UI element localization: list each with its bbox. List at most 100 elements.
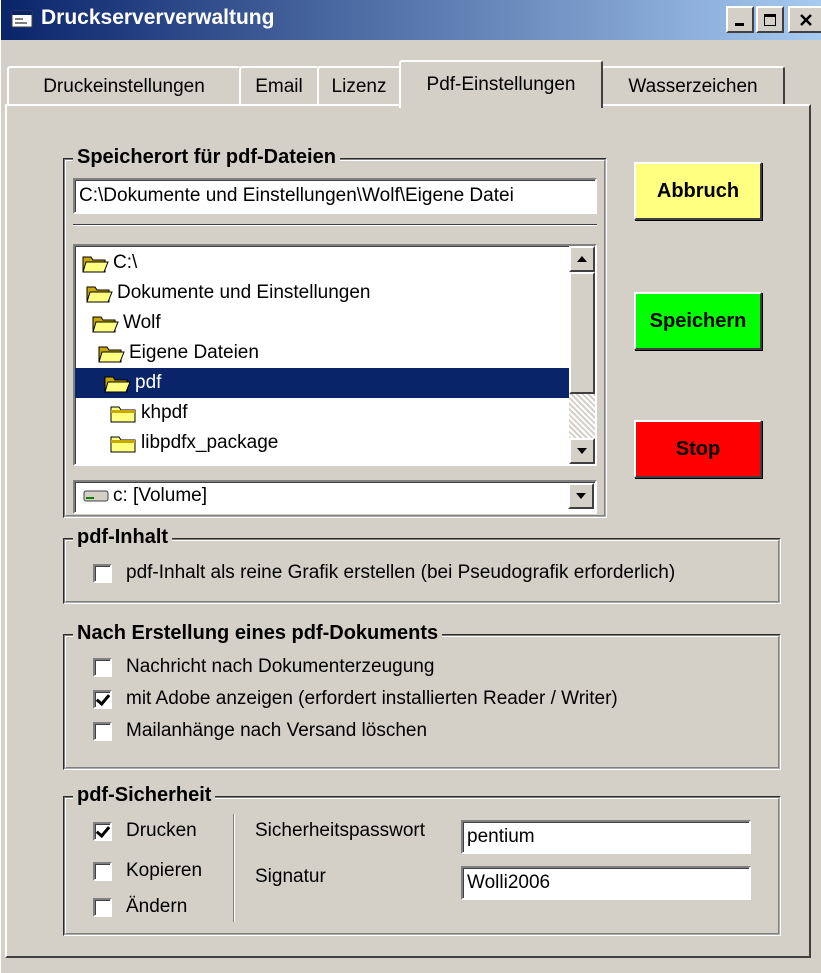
- folder-item-dokumente[interactable]: Dokumente und Einstellungen: [75, 278, 595, 308]
- divider: [73, 224, 597, 226]
- scroll-down-button[interactable]: [569, 438, 595, 464]
- tab-label: Druckeinstellungen: [43, 76, 205, 97]
- open-folder-icon: [86, 286, 113, 303]
- chevron-down-icon: [576, 493, 586, 499]
- nach-erstellung-group: Nach Erstellung eines pdf-Dokuments Nach…: [63, 622, 781, 770]
- passwort-label: Sicherheitspasswort: [255, 820, 426, 841]
- drucken-checkbox-row[interactable]: Drucken: [93, 820, 197, 842]
- tab-wasserzeichen[interactable]: Wasserzeichen: [601, 66, 785, 106]
- directory-scrollbar[interactable]: [569, 246, 595, 464]
- path-value: C:\Dokumente und Einstellungen\Wolf\Eige…: [79, 185, 514, 206]
- open-folder-icon: [82, 256, 109, 273]
- pdf-inhalt-group: pdf-Inhalt pdf-Inhalt als reine Grafik e…: [63, 526, 781, 604]
- signatur-field[interactable]: Wolli2006: [461, 866, 751, 900]
- folder-icon: [110, 436, 136, 453]
- kopieren-label: Kopieren: [126, 860, 203, 881]
- aendern-checkbox[interactable]: [93, 897, 112, 917]
- tab-label: Wasserzeichen: [628, 76, 758, 97]
- folder-name: Wolf: [123, 312, 161, 333]
- tab-email[interactable]: Email: [239, 66, 319, 106]
- path-field[interactable]: C:\Dokumente und Einstellungen\Wolf\Eige…: [73, 178, 597, 214]
- adobe-checkbox-row[interactable]: mit Adobe anzeigen (erfordert installier…: [93, 688, 618, 710]
- abbruch-label: Abbruch: [656, 179, 740, 202]
- passwort-field[interactable]: pentium: [461, 820, 751, 854]
- sicherheit-title: pdf-Sicherheit: [73, 784, 216, 807]
- scroll-up-button[interactable]: [569, 246, 595, 272]
- folder-icon: [110, 406, 136, 423]
- folder-item-pdf[interactable]: pdf: [75, 368, 569, 398]
- tab-label: Lizenz: [331, 76, 387, 97]
- drucken-label: Drucken: [126, 820, 197, 841]
- stop-label: Stop: [675, 437, 721, 460]
- folder-item-libpdfx[interactable]: libpdfx_package: [75, 428, 595, 458]
- directory-list[interactable]: C:\ Dokumente und Einstellungen Wolf Eig…: [73, 244, 597, 466]
- grafik-label: pdf-Inhalt als reine Grafik erstellen (b…: [126, 562, 676, 583]
- grafik-checkbox-row[interactable]: pdf-Inhalt als reine Grafik erstellen (b…: [93, 562, 675, 584]
- tab-label: Pdf-Einstellungen: [426, 74, 576, 95]
- minimize-icon: [735, 22, 744, 26]
- nach-erstellung-title: Nach Erstellung eines pdf-Dokuments: [73, 622, 443, 645]
- app-icon: [11, 10, 33, 28]
- tab-panel: Speicherort für pdf-Dateien C:\Dokumente…: [5, 104, 811, 958]
- aendern-checkbox-row[interactable]: Ändern: [93, 896, 187, 918]
- window-title: Druckserververwaltung: [41, 6, 275, 29]
- drucken-checkbox[interactable]: [93, 821, 112, 841]
- nachricht-checkbox-row[interactable]: Nachricht nach Dokumenterzeugung: [93, 656, 434, 678]
- tab-label: Email: [255, 76, 303, 97]
- folder-item-eigene-dateien[interactable]: Eigene Dateien: [75, 338, 595, 368]
- open-folder-icon: [92, 316, 119, 333]
- folder-name: Eigene Dateien: [129, 342, 259, 363]
- mailanhaenge-label: Mailanhänge nach Versand löschen: [126, 720, 428, 741]
- close-button[interactable]: [788, 6, 821, 33]
- drive-select[interactable]: c: [Volume]: [73, 480, 597, 514]
- adobe-label: mit Adobe anzeigen (erfordert installier…: [126, 688, 618, 709]
- folder-item-wolf[interactable]: Wolf: [75, 308, 595, 338]
- speichern-button[interactable]: Speichern: [634, 292, 762, 350]
- folder-name: libpdfx_package: [141, 432, 279, 453]
- aendern-label: Ändern: [126, 896, 188, 917]
- speichern-label: Speichern: [649, 309, 747, 332]
- pdf-inhalt-title: pdf-Inhalt: [73, 526, 173, 549]
- tab-druckeinstellungen[interactable]: Druckeinstellungen: [7, 66, 241, 106]
- stop-button[interactable]: Stop: [634, 420, 762, 478]
- nachricht-checkbox[interactable]: [93, 657, 112, 677]
- scroll-thumb[interactable]: [569, 272, 595, 394]
- open-folder-icon: [98, 346, 125, 363]
- arrow-down-icon: [577, 448, 587, 454]
- mailanhaenge-checkbox-row[interactable]: Mailanhänge nach Versand löschen: [93, 720, 427, 742]
- signatur-label: Signatur: [255, 866, 326, 887]
- nachricht-label: Nachricht nach Dokumenterzeugung: [126, 656, 435, 677]
- signatur-value: Wolli2006: [467, 872, 551, 893]
- adobe-checkbox[interactable]: [93, 689, 112, 709]
- passwort-value: pentium: [467, 826, 535, 847]
- drive-dropdown-button[interactable]: [568, 483, 594, 509]
- kopieren-checkbox[interactable]: [93, 861, 112, 881]
- tab-pdf-einstellungen[interactable]: Pdf-Einstellungen: [399, 60, 603, 108]
- mailanhaenge-checkbox[interactable]: [93, 721, 112, 741]
- speicherort-group: Speicherort für pdf-Dateien C:\Dokumente…: [63, 146, 607, 518]
- minimize-button[interactable]: [726, 6, 754, 33]
- grafik-checkbox[interactable]: [93, 563, 112, 583]
- tab-lizenz[interactable]: Lizenz: [317, 66, 401, 106]
- tab-strip: Druckeinstellungen Email Lizenz Pdf-Eins…: [1, 60, 821, 108]
- main-window: Druckserververwaltung Druckeinstellungen…: [0, 0, 821, 973]
- folder-name: pdf: [135, 372, 162, 393]
- drive-value: c: [Volume]: [113, 485, 207, 506]
- folder-name: khpdf: [141, 402, 188, 423]
- folder-item-khpdf[interactable]: khpdf: [75, 398, 595, 428]
- vertical-separator: [233, 814, 235, 922]
- kopieren-checkbox-row[interactable]: Kopieren: [93, 860, 202, 882]
- folder-name: Dokumente und Einstellungen: [117, 282, 371, 303]
- maximize-button[interactable]: [756, 6, 784, 33]
- abbruch-button[interactable]: Abbruch: [634, 162, 762, 220]
- title-bar[interactable]: Druckserververwaltung: [1, 0, 821, 40]
- drive-icon: [83, 490, 109, 502]
- sicherheit-group: pdf-Sicherheit Drucken Kopieren Ändern S…: [63, 784, 781, 936]
- folder-name: C:\: [113, 252, 138, 273]
- maximize-icon: [764, 13, 776, 26]
- close-icon: [800, 13, 812, 26]
- speicherort-title: Speicherort für pdf-Dateien: [73, 146, 340, 169]
- open-folder-icon: [104, 376, 131, 393]
- arrow-up-icon: [577, 256, 587, 262]
- folder-item-c[interactable]: C:\: [75, 248, 595, 278]
